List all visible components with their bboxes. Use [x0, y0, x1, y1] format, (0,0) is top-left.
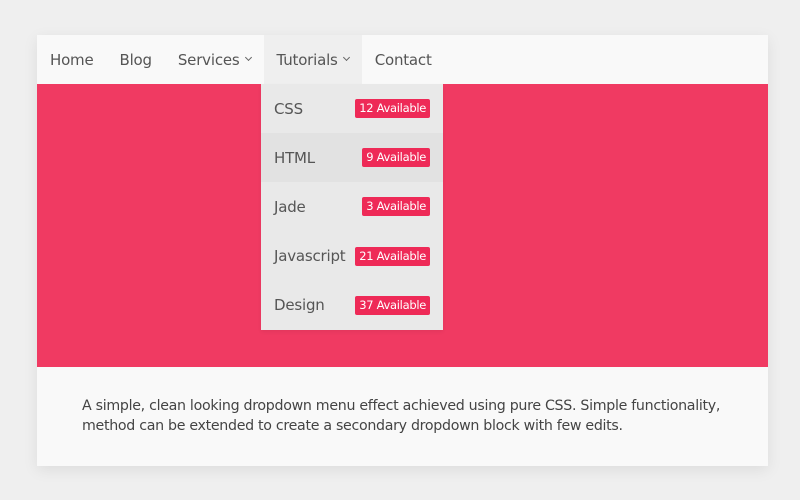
chevron-down-icon: [244, 53, 252, 62]
dropdown-item-jade[interactable]: Jade 3 Available: [261, 182, 443, 231]
nav-item-home[interactable]: Home: [37, 35, 107, 84]
count-badge: 37 Available: [355, 295, 430, 315]
nav-item-tutorials[interactable]: Tutorials: [263, 35, 362, 84]
count-badge: 21 Available: [355, 246, 430, 266]
nav-label: Home: [50, 50, 94, 69]
dropdown-item-label: HTML: [274, 148, 315, 167]
dropdown-item-label: Jade: [274, 197, 306, 216]
dropdown-item-label: Javascript: [274, 247, 346, 266]
nav-label: Tutorials: [276, 50, 338, 69]
nav-item-contact[interactable]: Contact: [362, 35, 445, 84]
nav-label: Services: [177, 50, 240, 69]
description-text: A simple, clean looking dropdown menu ef…: [82, 398, 721, 434]
dropdown-item-label: Design: [274, 296, 325, 315]
dropdown-item-html[interactable]: HTML 9 Available: [261, 133, 443, 183]
nav-item-services[interactable]: Services: [165, 35, 264, 84]
main-nav: Home Blog Services Tutorials Contact: [37, 35, 768, 84]
nav-item-blog[interactable]: Blog: [107, 35, 165, 84]
count-badge: 3 Available: [362, 197, 430, 217]
nav-label: Contact: [374, 50, 432, 69]
chevron-down-icon: [342, 53, 350, 62]
tutorials-dropdown: CSS 12 Available HTML 9 Available Jade 3…: [261, 84, 443, 330]
dropdown-item-label: CSS: [274, 99, 303, 118]
dropdown-item-javascript[interactable]: Javascript 21 Available: [261, 232, 443, 281]
dropdown-item-css[interactable]: CSS 12 Available: [261, 84, 443, 133]
demo-card: Home Blog Services Tutorials Contact CSS…: [37, 35, 768, 466]
dropdown-item-design[interactable]: Design 37 Available: [261, 281, 443, 330]
count-badge: 12 Available: [355, 99, 430, 119]
count-badge: 9 Available: [362, 148, 430, 168]
nav-label: Blog: [119, 50, 153, 69]
